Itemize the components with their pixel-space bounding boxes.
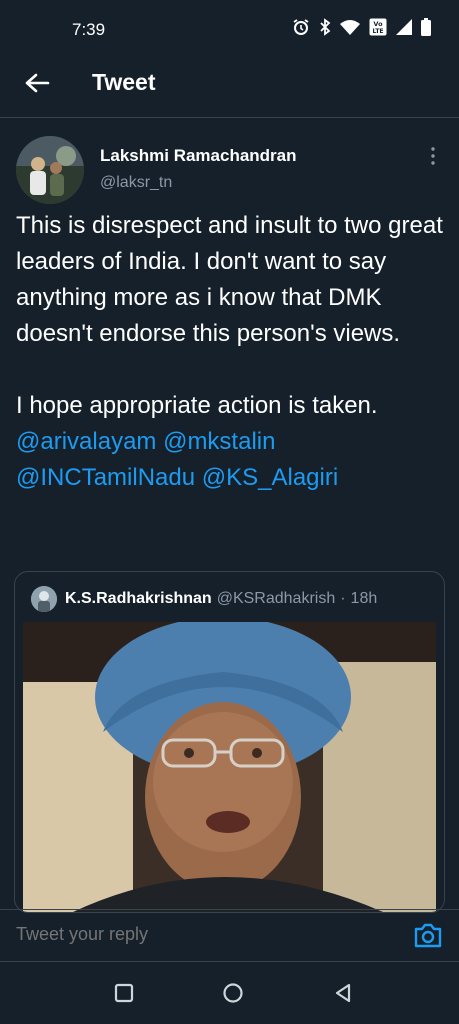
wifi-icon [340, 19, 360, 40]
tweet-paragraph-2: I hope appropriate action is taken. [16, 392, 378, 419]
reply-bar [0, 910, 459, 962]
camera-button[interactable] [412, 922, 444, 950]
quoted-tweet-card[interactable]: K.S.Radhakrishnan @KSRadhakrish · 18h [14, 571, 445, 913]
alarm-icon [292, 18, 310, 41]
svg-text:LTE: LTE [372, 28, 383, 35]
back-icon [335, 983, 351, 1003]
quoted-author-name: K.S.Radhakrishnan [65, 590, 212, 607]
quoted-timestamp: 18h [350, 590, 378, 607]
home-button[interactable] [220, 980, 246, 1006]
back-nav-button[interactable] [330, 980, 356, 1006]
bluetooth-icon [319, 18, 331, 41]
system-nav-bar [0, 962, 459, 1024]
quoted-tweet-header: K.S.Radhakrishnan @KSRadhakrish · 18h [31, 586, 377, 612]
author-avatar[interactable] [16, 136, 84, 204]
mention-link[interactable]: @arivalayam [16, 428, 156, 455]
signal-icon [396, 19, 412, 40]
mention-link[interactable]: @mkstalin [163, 428, 275, 455]
svg-text:Vo: Vo [373, 20, 383, 28]
more-vertical-icon [431, 147, 435, 165]
author-name[interactable]: Lakshmi Ramachandran [100, 146, 297, 166]
tweet-text: This is disrespect and insult to two gre… [16, 208, 446, 496]
tweet-mentions: @arivalayam @mkstalin @INCTamilNadu @KS_… [16, 424, 446, 496]
header-divider [0, 117, 459, 118]
quoted-author-avatar [31, 586, 57, 612]
more-options-button[interactable] [424, 146, 442, 166]
status-icons: Vo LTE [292, 18, 431, 41]
quoted-tweet-image[interactable] [23, 622, 436, 912]
mention-link[interactable]: @INCTamilNadu [16, 464, 195, 491]
volte-icon: Vo LTE [369, 18, 387, 41]
quoted-separator: · [340, 590, 346, 607]
quoted-author-handle: @KSRadhakrish [216, 590, 336, 607]
author-handle[interactable]: @laksr_tn [100, 174, 172, 192]
tweet-paragraph-1: This is disrespect and insult to two gre… [16, 212, 443, 347]
camera-icon [414, 923, 442, 948]
status-time: 7:39 [72, 20, 106, 39]
recents-button[interactable] [111, 980, 137, 1006]
home-icon [223, 983, 243, 1003]
battery-icon [421, 18, 431, 41]
back-button[interactable] [20, 66, 54, 100]
page-title: Tweet [92, 69, 156, 95]
arrow-left-icon [25, 73, 50, 93]
reply-input[interactable] [16, 924, 376, 945]
status-bar: 7:39 Vo LTE [0, 0, 459, 60]
app-header: Tweet [0, 60, 459, 106]
mention-link[interactable]: @KS_Alagiri [202, 464, 338, 491]
recents-icon [114, 983, 134, 1003]
